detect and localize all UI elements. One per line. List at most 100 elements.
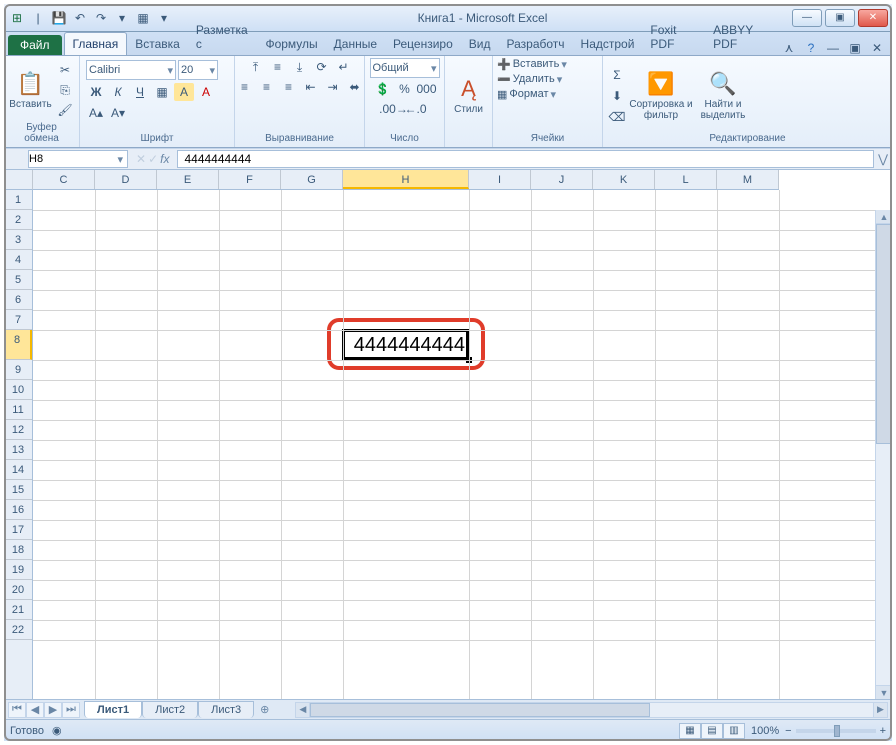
decrease-indent-icon[interactable]: ⇤ <box>301 78 321 96</box>
column-header-E[interactable]: E <box>157 170 219 189</box>
cancel-formula-icon[interactable]: ✕ <box>136 152 146 166</box>
clear-icon[interactable]: ⌫ <box>607 108 627 126</box>
border-button[interactable]: ▦ <box>152 83 172 101</box>
zoom-slider[interactable]: − + <box>785 725 886 737</box>
row-header-16[interactable]: 16 <box>4 500 32 520</box>
close-button[interactable]: ✕ <box>858 9 888 27</box>
qat-more-icon[interactable]: ▾ <box>113 9 131 27</box>
tab-layout[interactable]: Разметка с <box>188 19 258 55</box>
save-icon[interactable]: 💾 <box>50 9 68 27</box>
delete-cells-button[interactable]: ➖Удалить▾ <box>497 73 562 86</box>
align-middle-icon[interactable]: ≡ <box>268 58 288 76</box>
scroll-down-icon[interactable]: ▼ <box>876 685 892 699</box>
tab-developer[interactable]: Разработч <box>499 33 573 55</box>
tab-insert[interactable]: Вставка <box>127 33 188 55</box>
cut-icon[interactable]: ✂ <box>55 61 75 79</box>
sheet-tab-1[interactable]: Лист1 <box>84 701 142 718</box>
horizontal-scrollbar[interactable]: ◀ ▶ <box>295 702 888 718</box>
bold-button[interactable]: Ж <box>86 83 106 101</box>
row-header-15[interactable]: 15 <box>4 480 32 500</box>
column-header-I[interactable]: I <box>469 170 531 189</box>
page-break-view-icon[interactable]: ▥ <box>723 723 745 739</box>
insert-cells-button[interactable]: ➕Вставить▾ <box>497 58 567 71</box>
zoom-out-icon[interactable]: − <box>785 725 791 737</box>
row-header-14[interactable]: 14 <box>4 460 32 480</box>
sort-filter-button[interactable]: 🔽 Сортировка и фильтр <box>629 64 693 128</box>
italic-button[interactable]: К <box>108 83 128 101</box>
fill-icon[interactable]: ⬇ <box>607 87 627 105</box>
formula-input[interactable]: 4444444444 <box>177 150 874 168</box>
vscroll-thumb[interactable] <box>876 224 892 444</box>
percent-icon[interactable]: % <box>395 80 415 98</box>
row-header-21[interactable]: 21 <box>4 600 32 620</box>
align-right-icon[interactable]: ≡ <box>279 78 299 96</box>
tab-formulas[interactable]: Формулы <box>257 33 325 55</box>
copy-icon[interactable]: ⎘ <box>55 81 75 99</box>
select-all-corner[interactable] <box>4 170 33 190</box>
minimize-button[interactable]: — <box>792 9 822 27</box>
zoom-thumb[interactable] <box>834 725 840 737</box>
normal-view-icon[interactable]: ▦ <box>679 723 701 739</box>
row-header-9[interactable]: 9 <box>4 360 32 380</box>
tab-foxit[interactable]: Foxit PDF <box>642 19 705 55</box>
row-header-11[interactable]: 11 <box>4 400 32 420</box>
row-header-22[interactable]: 22 <box>4 620 32 640</box>
zoom-in-icon[interactable]: + <box>880 725 886 737</box>
font-size-combo[interactable]: 20▾ <box>178 60 218 80</box>
undo-icon[interactable]: ↶ <box>71 9 89 27</box>
tab-review[interactable]: Рецензиро <box>385 33 461 55</box>
column-header-H[interactable]: H <box>343 170 469 189</box>
increase-indent-icon[interactable]: ⇥ <box>323 78 343 96</box>
column-header-F[interactable]: F <box>219 170 281 189</box>
hscroll-thumb[interactable] <box>310 703 650 717</box>
formula-bar-expand-icon[interactable]: ⋁ <box>874 152 892 166</box>
scroll-up-icon[interactable]: ▲ <box>876 210 892 224</box>
row-header-10[interactable]: 10 <box>4 380 32 400</box>
tab-view[interactable]: Вид <box>461 33 499 55</box>
decrease-decimal-icon[interactable]: ←.0 <box>406 100 426 118</box>
sheet-tab-3[interactable]: Лист3 <box>198 701 254 718</box>
ribbon-minimize-icon[interactable]: ⋏ <box>780 41 798 55</box>
row-header-5[interactable]: 5 <box>4 270 32 290</box>
enter-formula-icon[interactable]: ✓ <box>148 152 158 166</box>
tab-addins[interactable]: Надстрой <box>573 33 643 55</box>
row-header-8[interactable]: 8 <box>4 330 32 360</box>
row-header-1[interactable]: 1 <box>4 190 32 210</box>
align-left-icon[interactable]: ≡ <box>235 78 255 96</box>
find-select-button[interactable]: 🔍 Найти и выделить <box>695 64 751 128</box>
sheet-tab-2[interactable]: Лист2 <box>142 701 198 718</box>
cells-area[interactable]: 4444444444 <box>33 190 892 699</box>
page-layout-view-icon[interactable]: ▤ <box>701 723 723 739</box>
tab-abbyy[interactable]: ABBYY PDF <box>705 19 780 55</box>
cell-H8[interactable]: 4444444444 <box>343 330 469 360</box>
redo-icon[interactable]: ↷ <box>92 9 110 27</box>
paste-button[interactable]: 📋 Вставить <box>8 58 53 122</box>
fill-color-button[interactable]: А <box>174 83 194 101</box>
row-header-13[interactable]: 13 <box>4 440 32 460</box>
row-header-7[interactable]: 7 <box>4 310 32 330</box>
number-format-combo[interactable]: Общий▾ <box>370 58 440 78</box>
fx-icon[interactable]: fx <box>160 152 169 166</box>
column-header-M[interactable]: M <box>717 170 779 189</box>
vertical-scrollbar[interactable]: ▲ ▼ <box>875 210 892 699</box>
format-cells-button[interactable]: ▦Формат▾ <box>497 88 556 101</box>
column-header-C[interactable]: C <box>33 170 95 189</box>
name-box[interactable]: H8 ▾ <box>28 150 128 168</box>
spreadsheet-grid[interactable]: CDEFGHIJKLM 1234567891011121314151617181… <box>4 170 892 699</box>
file-tab[interactable]: Файл <box>8 35 62 55</box>
row-header-20[interactable]: 20 <box>4 580 32 600</box>
row-header-19[interactable]: 19 <box>4 560 32 580</box>
increase-decimal-icon[interactable]: .00→ <box>384 100 404 118</box>
orientation-icon[interactable]: ⟳ <box>312 58 332 76</box>
format-painter-icon[interactable]: 🖌 <box>55 101 75 119</box>
decrease-font-icon[interactable]: A▾ <box>108 104 128 122</box>
name-box-dropdown-icon[interactable]: ▾ <box>113 153 127 166</box>
nav-last-icon[interactable]: ⏭ <box>62 702 80 718</box>
currency-icon[interactable]: 💲 <box>373 80 393 98</box>
styles-button[interactable]: Ą Стили <box>449 64 488 128</box>
row-header-2[interactable]: 2 <box>4 210 32 230</box>
align-center-icon[interactable]: ≡ <box>257 78 277 96</box>
column-header-G[interactable]: G <box>281 170 343 189</box>
column-header-D[interactable]: D <box>95 170 157 189</box>
scroll-right-icon[interactable]: ▶ <box>873 703 887 717</box>
